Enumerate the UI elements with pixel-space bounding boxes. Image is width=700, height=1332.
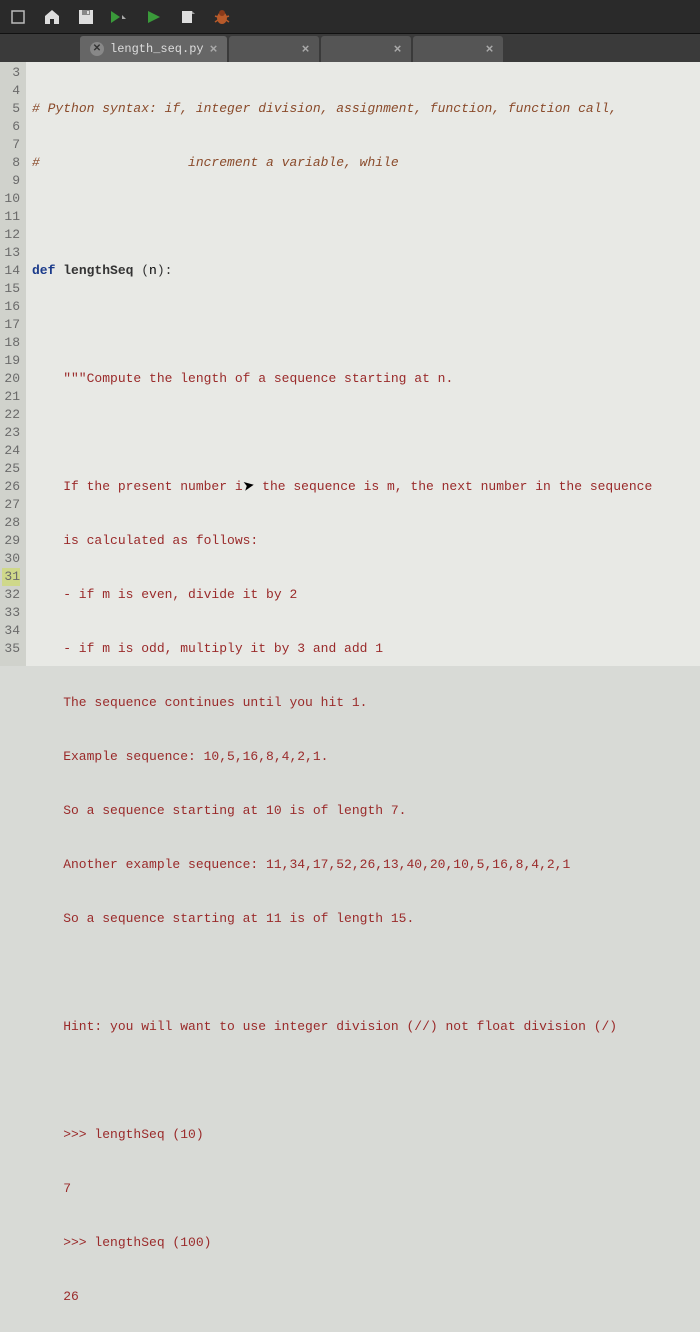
tab-file-active[interactable]: ✕ length_seq.py × <box>80 36 227 62</box>
tab-close-x[interactable]: × <box>486 42 494 57</box>
code-area[interactable]: # Python syntax: if, integer division, a… <box>26 62 658 666</box>
tab-label: length_seq.py <box>110 42 204 56</box>
tab-blank-2[interactable]: × <box>321 36 411 62</box>
tab-blank-1[interactable]: × <box>229 36 319 62</box>
tab-close-x[interactable]: × <box>302 42 310 57</box>
code-editor[interactable]: 3456789101112131415161718192021222324252… <box>0 62 700 666</box>
save-icon[interactable] <box>76 7 96 27</box>
tab-close-x[interactable]: × <box>394 42 402 57</box>
toolbar <box>0 0 700 34</box>
square-icon[interactable] <box>8 7 28 27</box>
tab-bar: ✕ length_seq.py × × × × <box>0 34 700 62</box>
tab-blank-3[interactable]: × <box>413 36 503 62</box>
line-number-gutter: 3456789101112131415161718192021222324252… <box>0 62 26 666</box>
mouse-cursor: ➤ <box>241 477 256 497</box>
bug-icon[interactable] <box>212 7 232 27</box>
script-icon[interactable] <box>178 7 198 27</box>
home-icon[interactable] <box>42 7 62 27</box>
debug-play-icon[interactable] <box>110 7 130 27</box>
tab-close-x[interactable]: × <box>210 42 218 57</box>
play-icon[interactable] <box>144 7 164 27</box>
close-icon[interactable]: ✕ <box>90 42 104 56</box>
